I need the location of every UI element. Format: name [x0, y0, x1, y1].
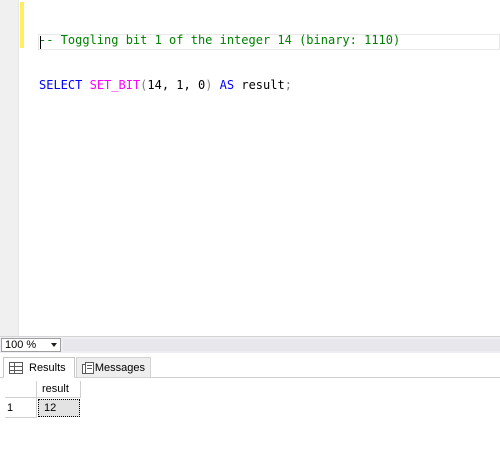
results-pane: result 1 12 [0, 378, 500, 459]
row-header[interactable]: 1 [5, 398, 37, 418]
select-keyword: SELECT [39, 78, 83, 92]
results-tab-bar: Results Messages [0, 353, 500, 378]
result-cell[interactable]: 12 [38, 399, 80, 417]
grid-icon [9, 361, 23, 374]
code-text[interactable]: -- Toggling bit 1 of the integer 14 (bin… [39, 3, 400, 168]
grid-select-all-corner[interactable] [5, 381, 37, 398]
horizontal-scrollbar[interactable] [63, 339, 500, 351]
zoom-dropdown[interactable]: 100 % [1, 338, 61, 352]
sql-comment: -- Toggling bit 1 of the integer 14 (bin… [39, 33, 401, 47]
chevron-down-icon[interactable] [51, 343, 57, 347]
editor-status-strip: 100 % [0, 336, 500, 353]
gutter-divider [18, 0, 19, 336]
code-line-2: SELECT SET_BIT(14, 1, 0) AS result; [39, 78, 400, 93]
tab-results-label: Results [29, 361, 66, 374]
set-bit-function: SET_BIT [89, 78, 141, 92]
zoom-value: 100 % [5, 339, 37, 351]
messages-icon-lines [87, 364, 92, 371]
change-tracking-marker [20, 2, 24, 48]
editor-gutter [0, 0, 18, 336]
tab-results[interactable]: Results [3, 357, 75, 378]
query-editor[interactable]: -- Toggling bit 1 of the integer 14 (bin… [0, 0, 500, 336]
as-keyword: AS [219, 78, 235, 92]
statement-terminator: ; [284, 78, 292, 92]
messages-icon [82, 361, 94, 374]
function-arguments: 14, 1, 0 [147, 78, 206, 92]
close-paren: ) [205, 78, 213, 92]
column-alias: result [241, 78, 285, 92]
tab-messages[interactable]: Messages [76, 357, 151, 378]
tab-messages-label: Messages [94, 361, 145, 374]
code-line-1: -- Toggling bit 1 of the integer 14 (bin… [39, 33, 400, 48]
column-header-result[interactable]: result [37, 381, 81, 398]
text-caret [40, 36, 41, 49]
